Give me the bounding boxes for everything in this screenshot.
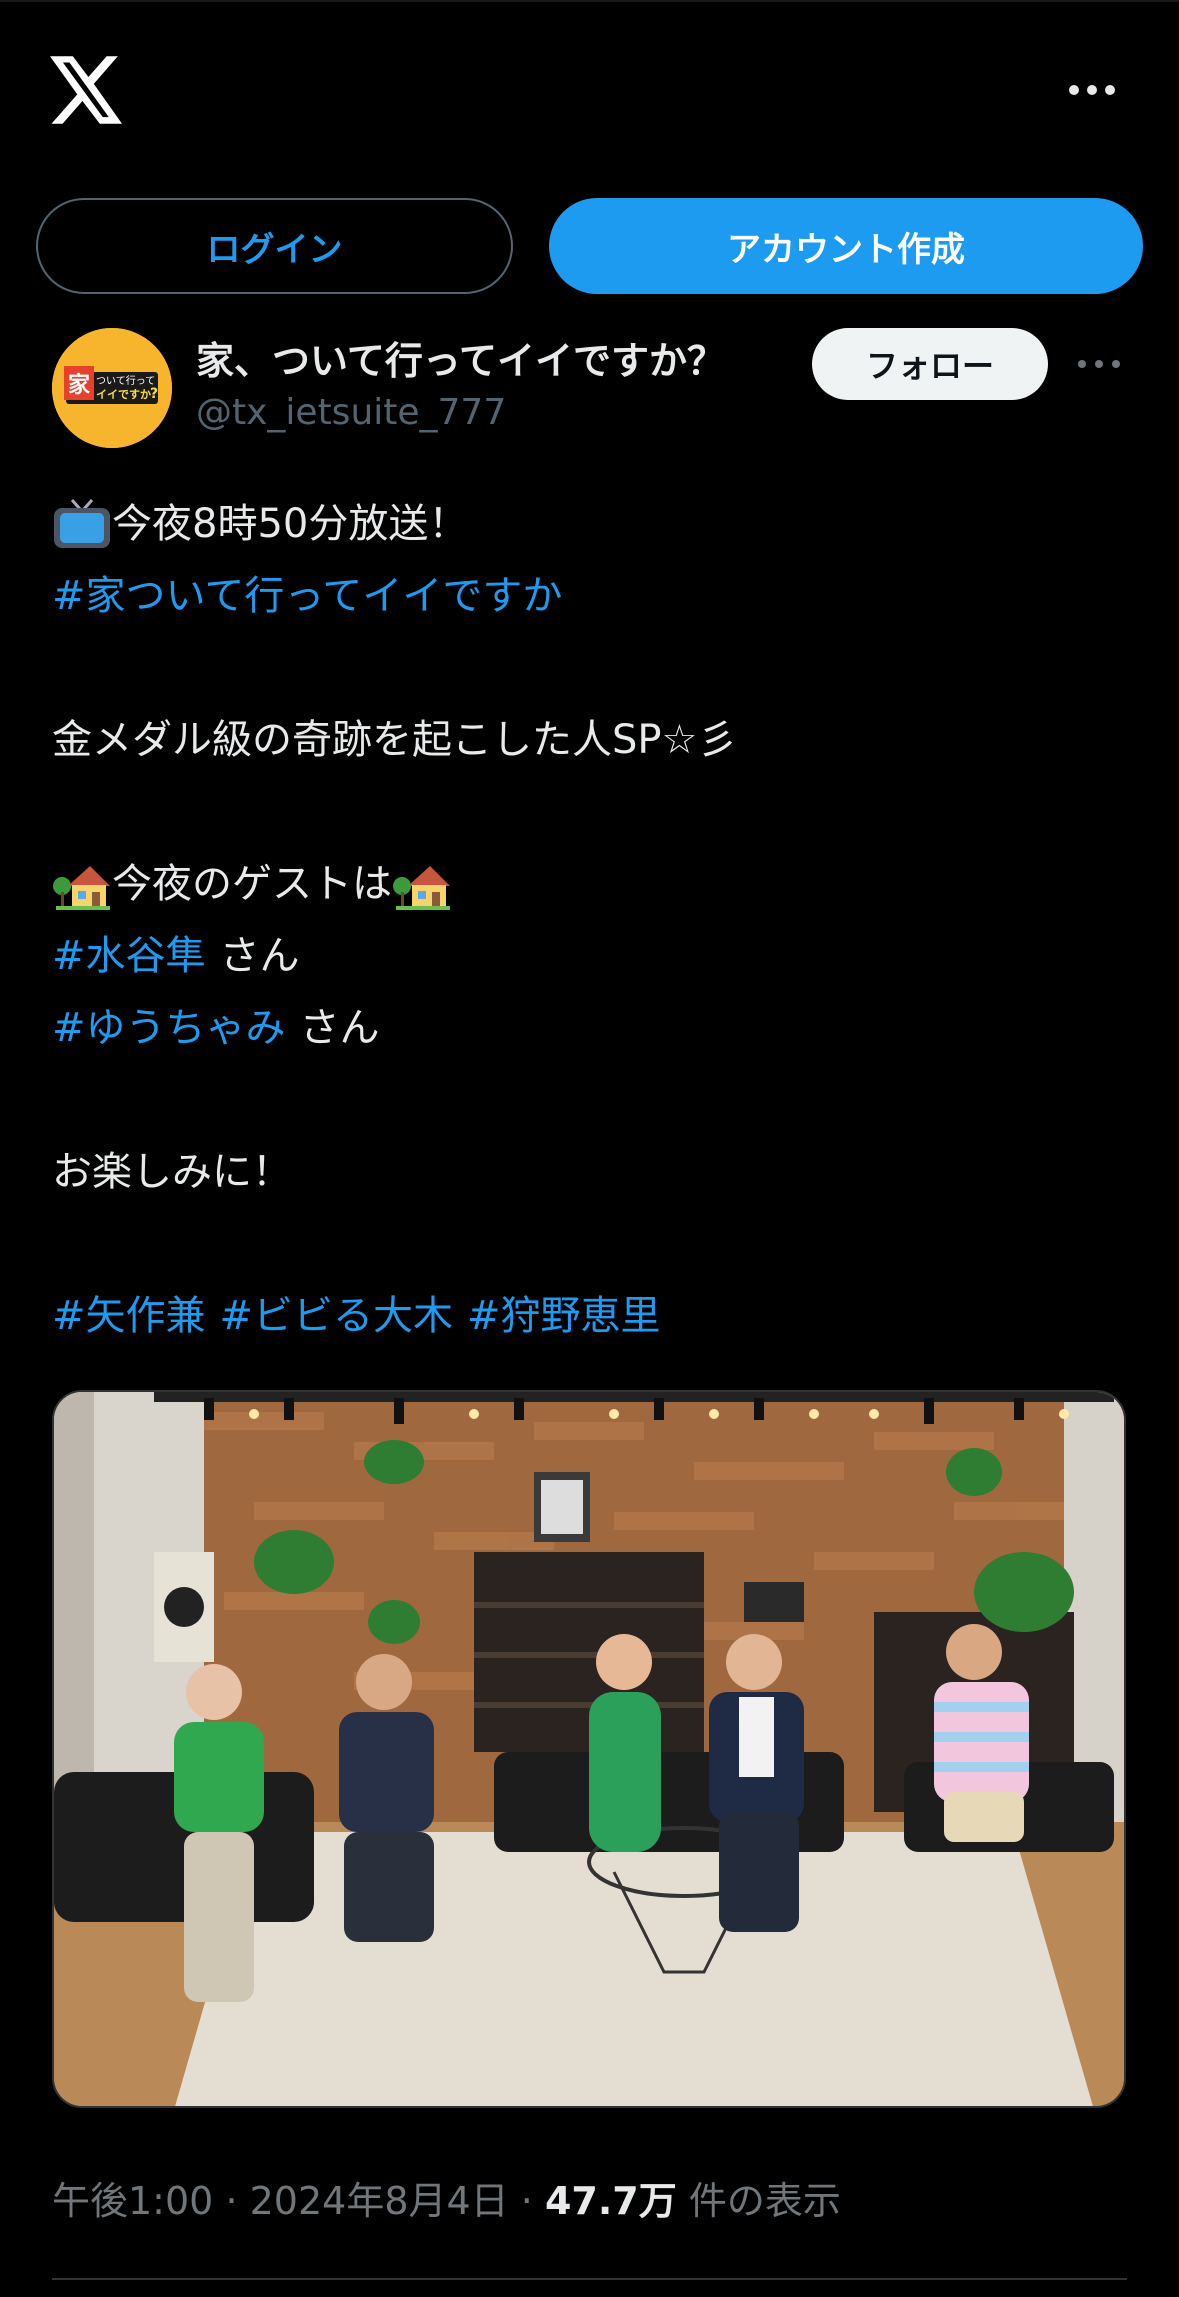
follow-button[interactable]: フォロー — [812, 328, 1048, 400]
tweet-text: 今夜8時50分放送！ #家ついて行ってイイですか 金メダル級の奇跡を起こした人S… — [52, 488, 1132, 1352]
tweet-text-segment: 金メダル級の奇跡を起こした人SP☆彡 — [52, 717, 738, 763]
tweet-meta: 午後1:00 · 2024年8月4日 · 47.7万 件の表示 — [52, 2170, 841, 2225]
hashtag-link[interactable]: #ビビる大木 — [220, 1280, 454, 1352]
app-header — [0, 40, 1179, 140]
more-horizontal-icon[interactable] — [1062, 70, 1122, 110]
user-handle[interactable]: @tx_ietsuite_777 — [196, 392, 506, 433]
television-emoji-icon — [52, 496, 112, 552]
divider — [52, 2278, 1127, 2280]
hashtag-link[interactable]: #矢作兼 — [52, 1280, 206, 1352]
tweet-line: #水谷隼 さん — [52, 920, 1132, 992]
svg-text:ついて行って: ついて行って — [96, 374, 155, 387]
tweet-date[interactable]: 2024年8月4日 — [250, 2179, 509, 2223]
svg-text:家: 家 — [68, 372, 91, 398]
create-account-button[interactable]: アカウント作成 — [549, 198, 1143, 294]
hashtag-link[interactable]: #家ついて行ってイイですか — [52, 560, 562, 632]
tweet-line: 金メダル級の奇跡を起こした人SP☆彡 — [52, 704, 1132, 776]
tweet-more-icon[interactable] — [1072, 346, 1126, 382]
meta-separator: · — [225, 2179, 238, 2223]
login-button[interactable]: ログイン — [36, 198, 513, 294]
avatar[interactable]: 家 ついて行って イイですか ? — [52, 328, 172, 448]
tweet-text-segment: 今夜8時50分放送！ — [112, 501, 469, 547]
tweet-line: 今夜8時50分放送！ — [52, 488, 1132, 560]
tweet-line: #矢作兼 #ビビる大木 #狩野恵里 — [52, 1280, 1132, 1352]
hashtag-link[interactable]: #ゆうちゃみ — [52, 992, 286, 1064]
houses-emoji-icon — [52, 856, 112, 912]
tweet-text-segment: お楽しみに！ — [52, 1149, 292, 1195]
houses-emoji-icon — [392, 856, 452, 912]
tweet-text-segment: 今夜のゲストは — [112, 861, 392, 907]
tweet-line: お楽しみに！ — [52, 1136, 1132, 1208]
tweet-time[interactable]: 午後1:00 — [52, 2179, 213, 2223]
tweet-line: #家ついて行ってイイですか — [52, 560, 1132, 632]
tweet-text-segment: さん — [299, 1005, 380, 1051]
tweet-media-image[interactable] — [52, 1390, 1126, 2108]
meta-separator: · — [520, 2179, 533, 2223]
svg-text:イイですか: イイですか — [96, 388, 151, 401]
top-divider — [0, 0, 1179, 2]
display-name[interactable]: 家、ついて行ってイイですか？ — [196, 330, 725, 385]
tweet-text-segment: さん — [219, 933, 300, 979]
hashtag-link[interactable]: #水谷隼 — [52, 920, 206, 992]
views-count: 47.7万 — [544, 2179, 677, 2223]
tweet-line: 今夜のゲストは — [52, 848, 1132, 920]
hashtag-link[interactable]: #狩野恵里 — [467, 1280, 661, 1352]
views-label: 件の表示 — [688, 2179, 841, 2223]
svg-text:?: ? — [150, 386, 158, 402]
tweet-line: #ゆうちゃみ さん — [52, 992, 1132, 1064]
x-logo-icon[interactable] — [50, 56, 122, 124]
